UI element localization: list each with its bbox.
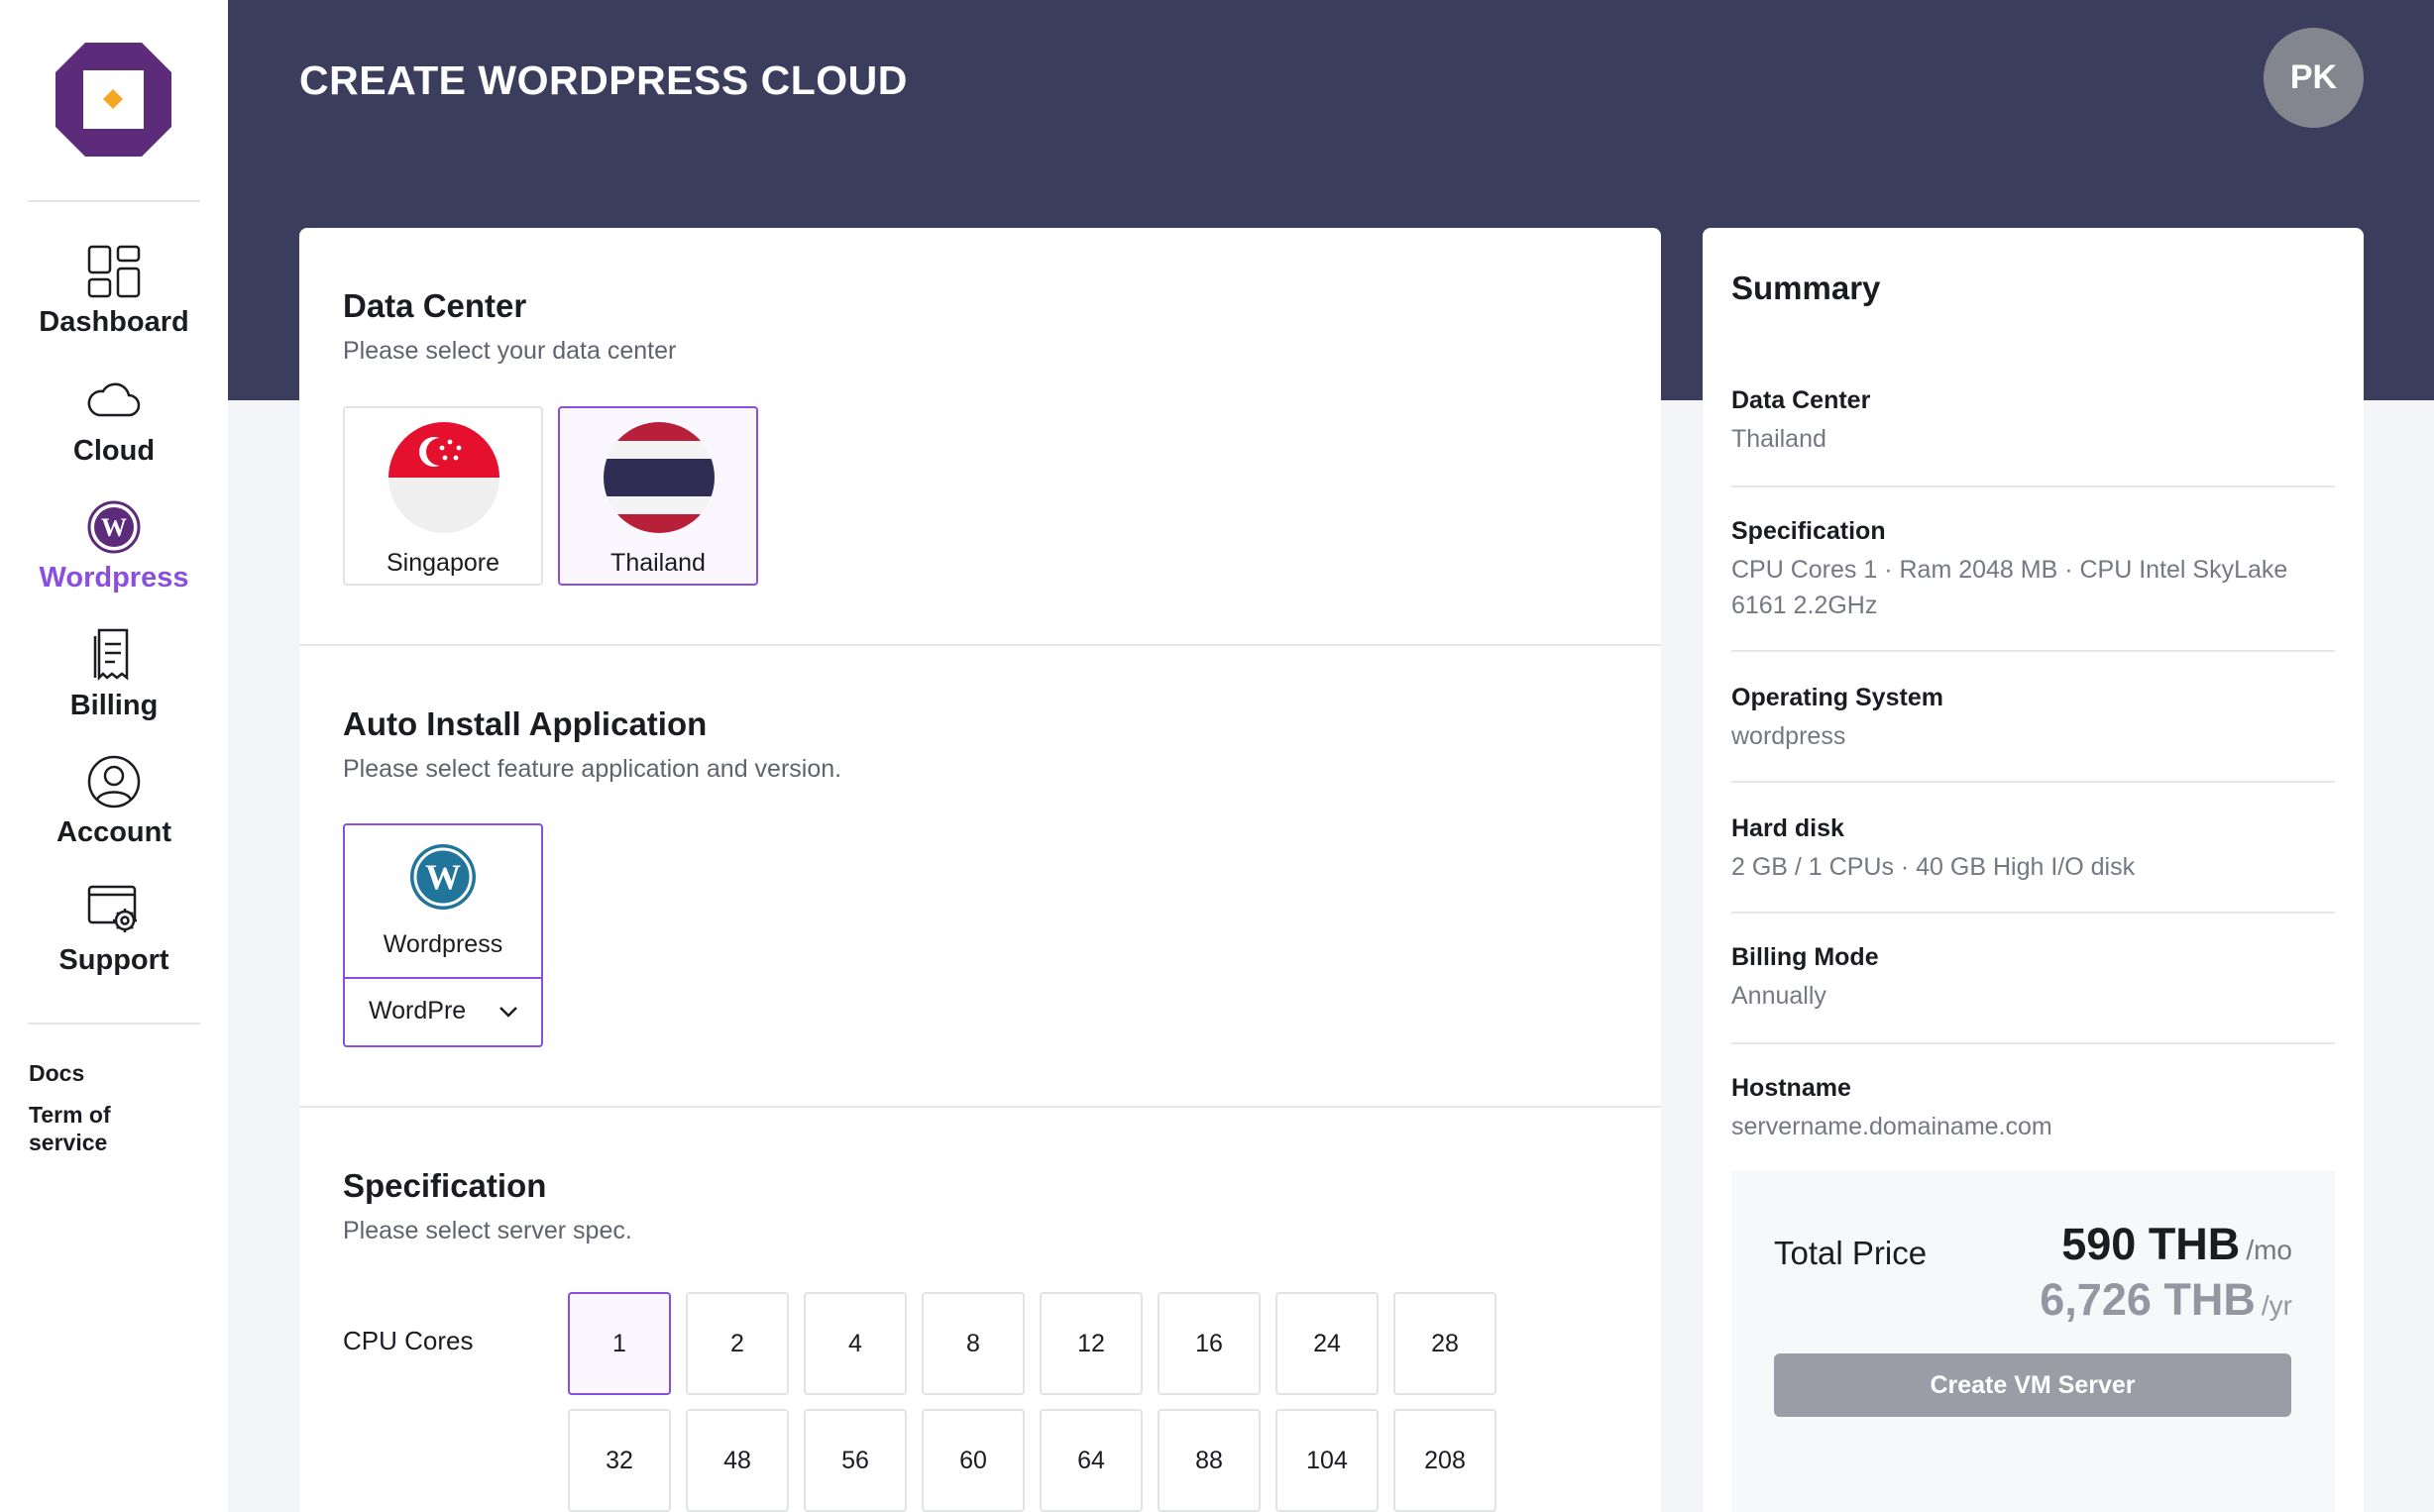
summary-divider bbox=[1731, 650, 2335, 652]
specification-section: Specification Please select server spec.… bbox=[299, 228, 1661, 1512]
total-price-box: Total Price 590 THB/mo 6,726 THB/yr Crea… bbox=[1731, 1171, 2335, 1512]
nav-label: Cloud bbox=[72, 435, 156, 467]
cpu-option-28[interactable]: 28 bbox=[1393, 1292, 1496, 1395]
cpu-option-24[interactable]: 24 bbox=[1275, 1292, 1379, 1395]
summary-card: Summary Data Center Thailand Specificati… bbox=[1703, 228, 2364, 1512]
summary-key: Hostname bbox=[1731, 1074, 1851, 1102]
price-monthly: 590 THB/mo bbox=[2061, 1219, 2292, 1270]
summary-row-billing-mode: Billing Mode Annually bbox=[1731, 943, 2335, 1014]
create-form-card: Data Center Please select your data cent… bbox=[299, 228, 1661, 1512]
docs-link[interactable]: Docs bbox=[29, 1059, 177, 1087]
nav-label: Dashboard bbox=[39, 306, 189, 338]
wordpress-icon: W bbox=[87, 500, 141, 554]
summary-divider bbox=[1731, 912, 2335, 914]
dashboard-icon bbox=[87, 245, 141, 298]
cpu-option-60[interactable]: 60 bbox=[922, 1409, 1025, 1512]
support-icon bbox=[87, 885, 137, 932]
create-vm-server-button[interactable]: Create VM Server bbox=[1774, 1353, 2291, 1417]
cpu-option-1[interactable]: 1 bbox=[568, 1292, 671, 1395]
summary-key: Data Center bbox=[1731, 386, 1871, 414]
nav-item-support[interactable]: Support bbox=[0, 881, 228, 977]
cpu-option-8[interactable]: 8 bbox=[922, 1292, 1025, 1395]
summary-row-specification: Specification CPU Cores 1 · Ram 2048 MB … bbox=[1731, 517, 2335, 623]
account-icon bbox=[87, 755, 141, 809]
summary-divider bbox=[1731, 781, 2335, 783]
nav-item-billing[interactable]: Billing bbox=[0, 626, 228, 722]
price-monthly-amount: 590 THB bbox=[2061, 1219, 2241, 1269]
price-yearly-unit: /yr bbox=[2261, 1290, 2292, 1321]
price-yearly: 6,726 THB/yr bbox=[2040, 1274, 2292, 1326]
cpu-option-2[interactable]: 2 bbox=[686, 1292, 789, 1395]
section-subtitle: Please select server spec. bbox=[343, 1217, 632, 1244]
summary-title: Summary bbox=[1731, 270, 1881, 306]
cloud-icon bbox=[87, 382, 141, 417]
term-of-service-link[interactable]: Term of service bbox=[29, 1101, 177, 1156]
summary-row-data-center: Data Center Thailand bbox=[1731, 386, 2335, 457]
cpu-option-32[interactable]: 32 bbox=[568, 1409, 671, 1512]
sidebar-divider bbox=[28, 200, 200, 202]
summary-row-hostname: Hostname servername.domainame.com bbox=[1731, 1074, 2335, 1144]
summary-row-operating-system: Operating System wordpress bbox=[1731, 684, 2335, 754]
nav-item-account[interactable]: Account bbox=[0, 753, 228, 849]
summary-key: Operating System bbox=[1731, 684, 1943, 711]
svg-text:W: W bbox=[101, 513, 127, 542]
cpu-option-64[interactable]: 64 bbox=[1040, 1409, 1143, 1512]
price-monthly-unit: /mo bbox=[2246, 1235, 2292, 1265]
avatar[interactable]: PK bbox=[2264, 28, 2364, 128]
nav-item-wordpress[interactable]: W Wordpress bbox=[0, 498, 228, 594]
nav-label: Wordpress bbox=[39, 562, 189, 594]
summary-divider bbox=[1731, 486, 2335, 487]
summary-key: Billing Mode bbox=[1731, 943, 1879, 971]
total-price-label: Total Price bbox=[1774, 1235, 1928, 1271]
nav-item-dashboard[interactable]: Dashboard bbox=[0, 243, 228, 339]
billing-icon bbox=[93, 628, 129, 682]
cpu-option-104[interactable]: 104 bbox=[1275, 1409, 1379, 1512]
summary-key: Hard disk bbox=[1731, 814, 1844, 842]
nav-label: Billing bbox=[69, 690, 159, 721]
cpu-option-88[interactable]: 88 bbox=[1158, 1409, 1261, 1512]
cpu-option-56[interactable]: 56 bbox=[804, 1409, 907, 1512]
summary-value: 2 GB / 1 CPUs · 40 GB High I/O disk bbox=[1731, 853, 2136, 881]
cpu-option-16[interactable]: 16 bbox=[1158, 1292, 1261, 1395]
cpu-cores-label: CPU Cores bbox=[343, 1326, 474, 1355]
brand-logo[interactable] bbox=[55, 43, 171, 157]
sidebar: Dashboard Cloud W Wordpress Billing Acco… bbox=[0, 0, 228, 1512]
summary-value: wordpress bbox=[1731, 722, 1846, 750]
summary-value: CPU Cores 1 · Ram 2048 MB · CPU Intel Sk… bbox=[1731, 556, 2288, 619]
summary-value: Annually bbox=[1731, 982, 1826, 1010]
summary-value: servername.domainame.com bbox=[1731, 1113, 2052, 1140]
summary-key: Specification bbox=[1731, 517, 1886, 545]
cpu-option-208[interactable]: 208 bbox=[1393, 1409, 1496, 1512]
nav-label: Account bbox=[56, 816, 171, 848]
summary-divider bbox=[1731, 1042, 2335, 1044]
summary-value: Thailand bbox=[1731, 425, 1826, 453]
page-title: CREATE WORDPRESS CLOUD bbox=[299, 57, 908, 103]
cpu-option-12[interactable]: 12 bbox=[1040, 1292, 1143, 1395]
section-title: Specification bbox=[343, 1167, 547, 1204]
price-yearly-amount: 6,726 THB bbox=[2040, 1274, 2256, 1325]
cpu-option-48[interactable]: 48 bbox=[686, 1409, 789, 1512]
cpu-option-4[interactable]: 4 bbox=[804, 1292, 907, 1395]
nav-label: Support bbox=[58, 944, 169, 976]
sidebar-divider bbox=[28, 1023, 200, 1025]
summary-row-hard-disk: Hard disk 2 GB / 1 CPUs · 40 GB High I/O… bbox=[1731, 814, 2335, 885]
nav-item-cloud[interactable]: Cloud bbox=[0, 372, 228, 468]
